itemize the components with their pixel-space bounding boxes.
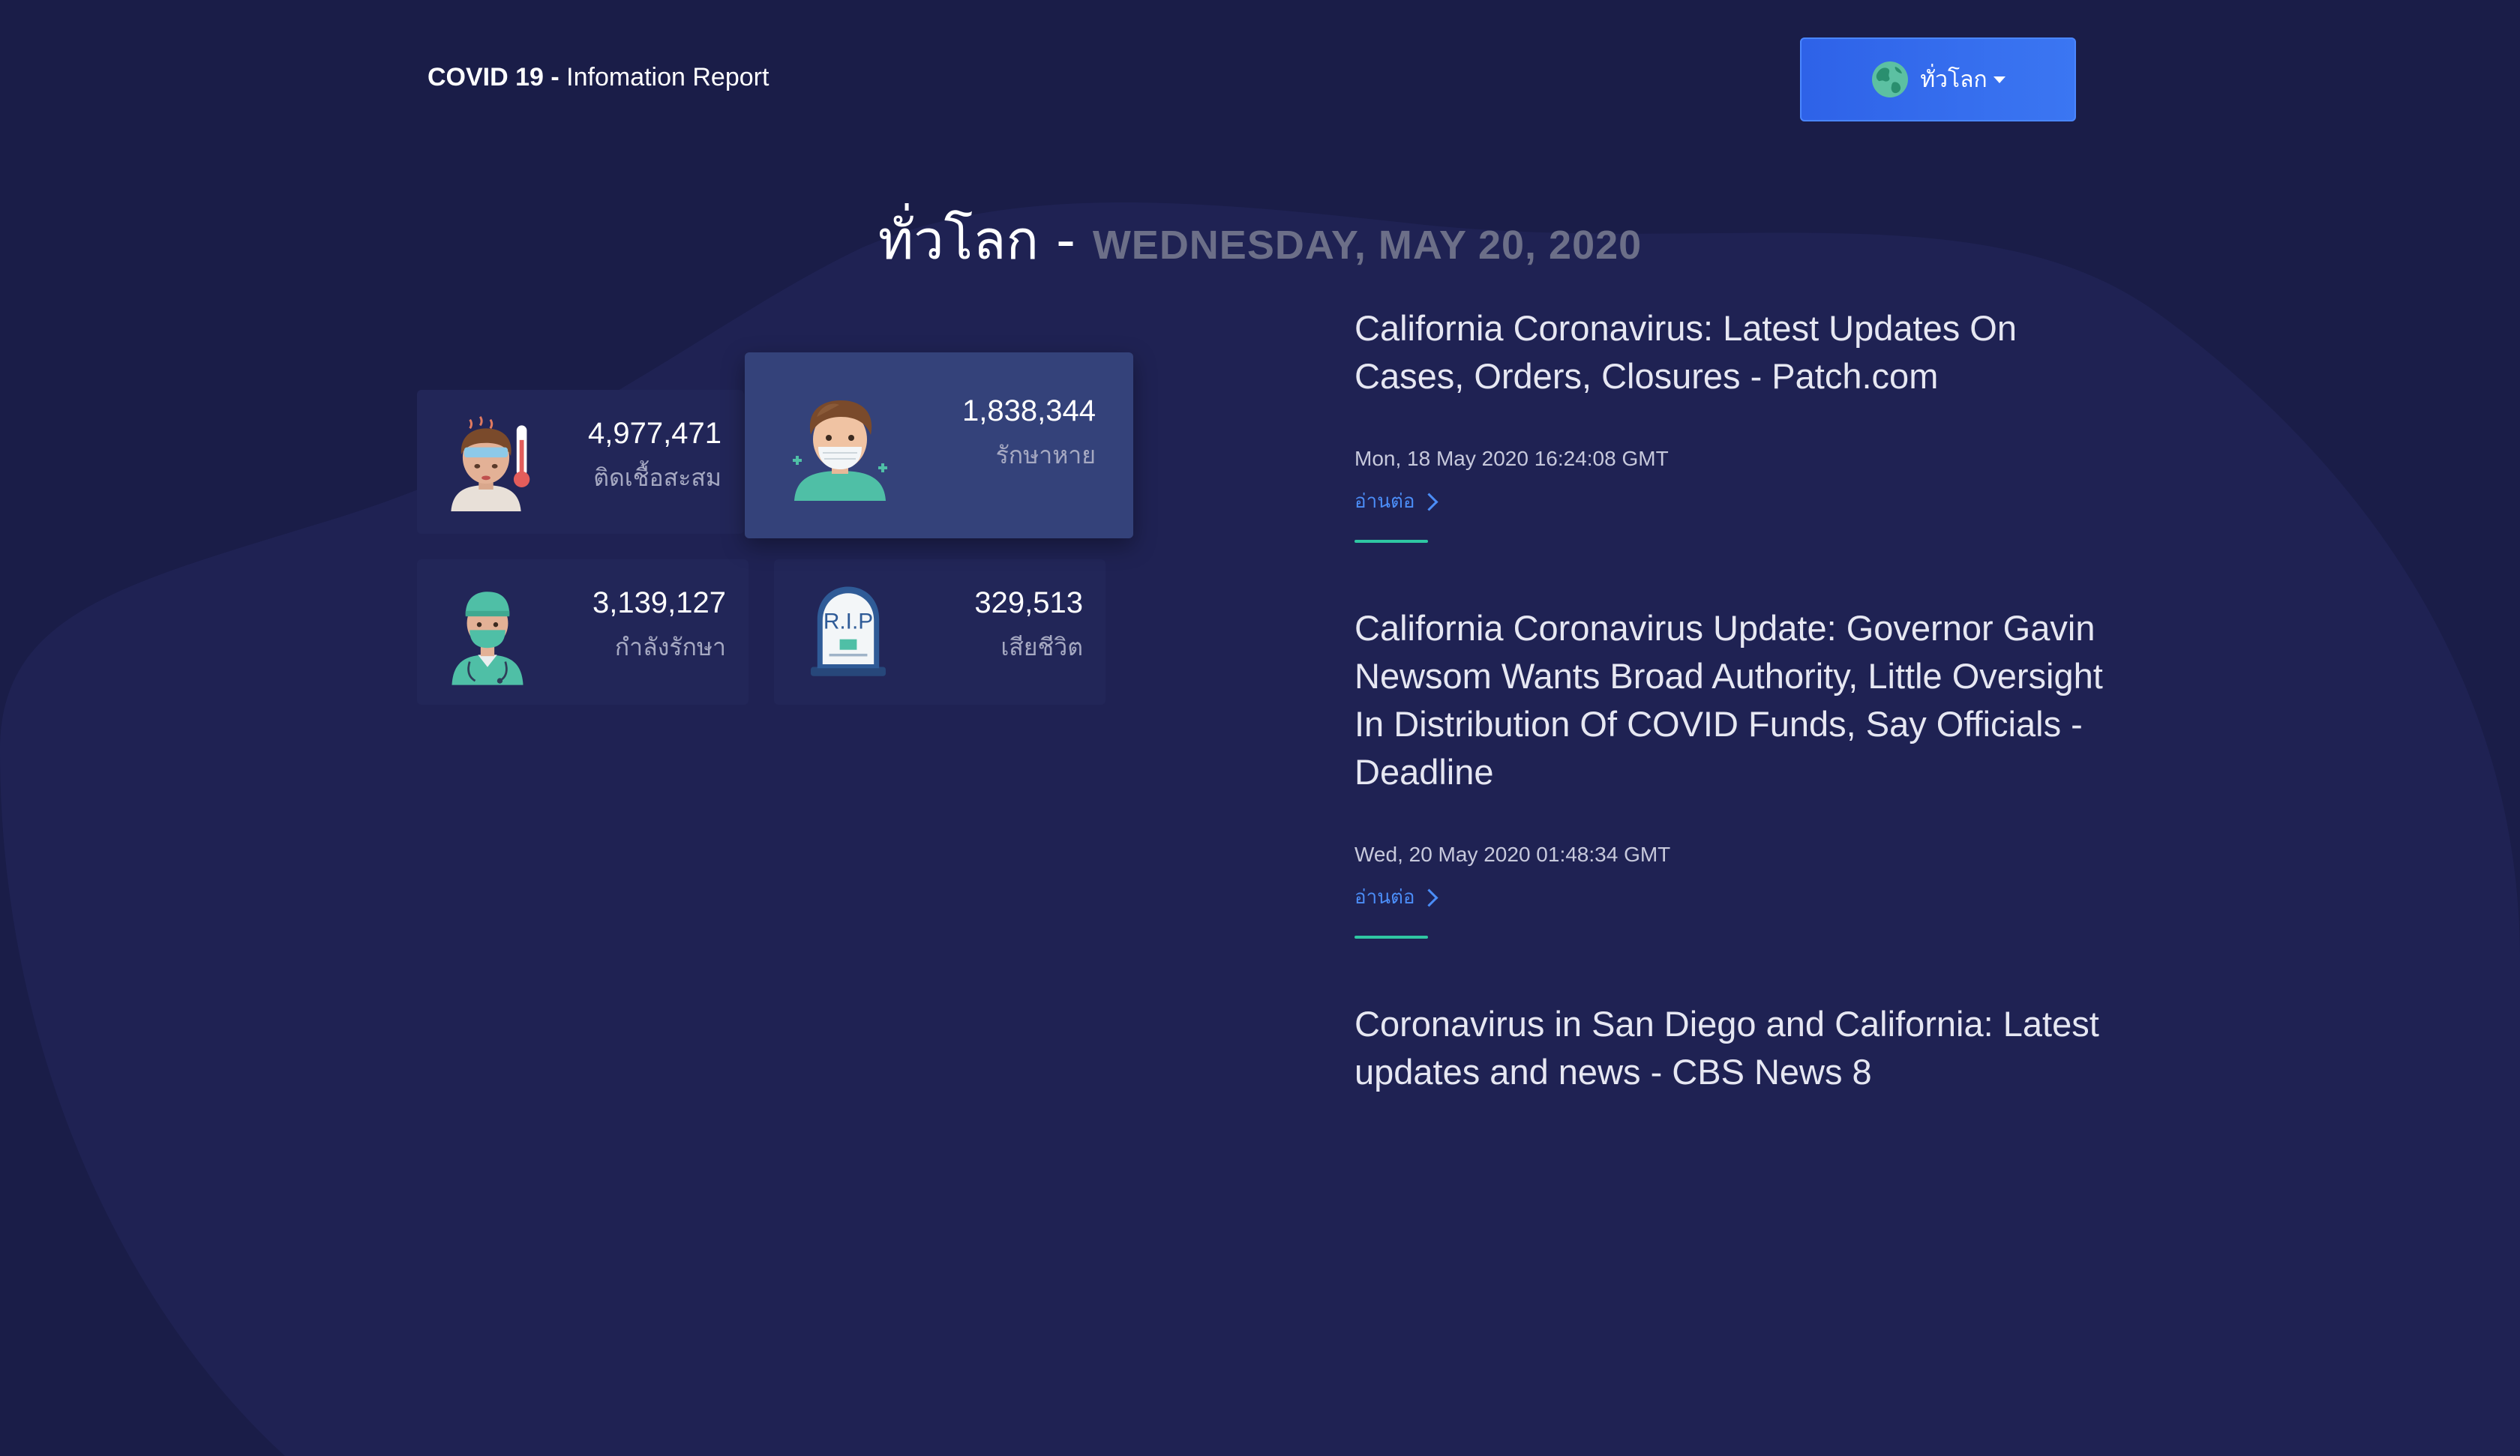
stat-recovered-label: รักษาหาย: [995, 441, 1096, 469]
chevron-down-icon: [1993, 76, 2006, 83]
news-date: Wed, 20 May 2020 01:48:34 GMT: [1354, 843, 1671, 866]
news-item: California Coronavirus Update: Governor …: [1354, 604, 2104, 939]
header: COVID 19 - Infomation Report ทั่วโลก: [428, 36, 2078, 123]
news-title[interactable]: California Coronavirus: Latest Updates O…: [1354, 304, 2104, 400]
stat-recovered-value: 1,838,344: [962, 394, 1096, 427]
stat-card-deaths: R.I.P 329,513 เสียชีวิต: [774, 559, 1106, 705]
brand-title: COVID 19 - Infomation Report: [428, 63, 769, 92]
news-date: Mon, 18 May 2020 16:24:08 GMT: [1354, 447, 1669, 470]
tombstone-rip-icon: R.I.P: [811, 586, 886, 676]
stat-card-recovered: 1,838,344 รักษาหาย: [745, 352, 1133, 538]
stat-confirmed-label: ติดเชื้อสะสม: [593, 463, 722, 492]
globe-icon: [1872, 61, 1909, 97]
doctor-icon: [452, 592, 524, 685]
stat-treating-value: 3,139,127: [592, 586, 726, 619]
page-title-date: WEDNESDAY, MAY 20, 2020: [1092, 223, 1642, 268]
page: COVID 19 - Infomation Report ทั่วโลก ทั่…: [0, 0, 2520, 1456]
region-dropdown-button[interactable]: ทั่วโลก: [1800, 37, 2076, 121]
masked-person-icon: [793, 400, 887, 501]
sick-person-thermometer-icon: [451, 415, 530, 512]
read-more-label: อ่านต่อ: [1354, 886, 1415, 909]
news-title[interactable]: Coronavirus in San Diego and California:…: [1354, 1000, 2104, 1096]
chevron-right-icon: [1419, 493, 1438, 511]
news-item: Coronavirus in San Diego and California:…: [1354, 1000, 2104, 1096]
stat-deaths-label: เสียชีวิต: [1000, 633, 1083, 661]
brand-title-rest: Infomation Report: [559, 63, 770, 91]
tombstone-text: R.I.P: [824, 610, 873, 634]
stat-card-treating: 3,139,127 กำลังรักษา: [417, 559, 748, 705]
stat-card-confirmed: 4,977,471 ติดเชื้อสะสม: [417, 390, 744, 534]
news-title[interactable]: California Coronavirus Update: Governor …: [1354, 604, 2104, 796]
read-more-link[interactable]: อ่านต่อ: [1354, 486, 1438, 517]
stat-deaths-value: 329,513: [974, 586, 1083, 619]
stat-confirmed-value: 4,977,471: [588, 417, 722, 450]
brand-title-bold: COVID 19 -: [428, 63, 560, 91]
read-more-label: อ่านต่อ: [1354, 490, 1415, 513]
page-title-region: ทั่วโลก -: [878, 208, 1093, 271]
news-divider: [1354, 540, 1428, 543]
chevron-right-icon: [1419, 888, 1438, 907]
region-dropdown-label: ทั่วโลก: [1920, 66, 1988, 93]
stat-treating-label: กำลังรักษา: [614, 633, 726, 661]
news-divider: [1354, 936, 1428, 939]
page-title: ทั่วโลก - WEDNESDAY, MAY 20, 2020: [0, 196, 2520, 283]
news-item: California Coronavirus: Latest Updates O…: [1354, 304, 2104, 543]
read-more-link[interactable]: อ่านต่อ: [1354, 882, 1438, 912]
